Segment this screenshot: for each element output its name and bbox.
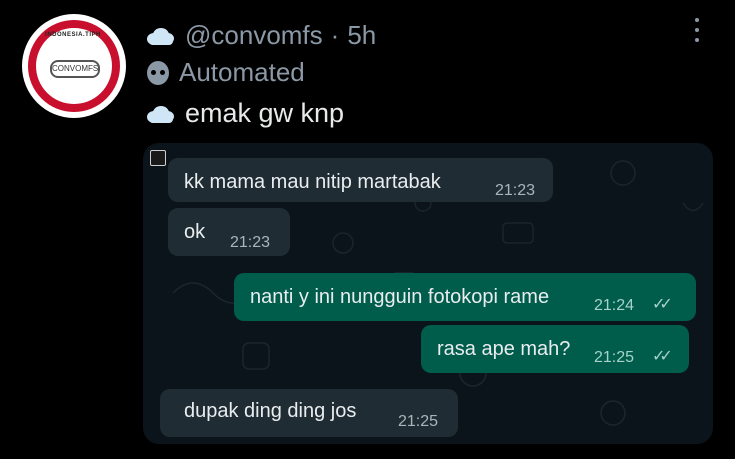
message-text: dupak ding ding jos xyxy=(184,400,357,422)
cloud-emoji-icon xyxy=(145,103,175,125)
avatar-arc-text: INDONESIA.TIPH xyxy=(45,32,101,38)
chat-message-incoming[interactable]: dupak ding ding jos 21:25 xyxy=(160,389,458,437)
double-check-icon: ✓✓ xyxy=(652,296,673,313)
chat-message-incoming[interactable]: kk mama mau nitip martabak 21:23 xyxy=(168,158,553,202)
chat-message-outgoing[interactable]: nanti y ini nungguin fotokopi rame 21:24… xyxy=(234,273,696,321)
automated-label: Automated xyxy=(179,57,305,87)
double-check-icon: ✓✓ xyxy=(652,348,673,365)
message-text: kk mama mau nitip martabak xyxy=(184,171,441,193)
handle-separator: · xyxy=(330,20,340,50)
tweet-time[interactable]: 5h xyxy=(347,20,376,51)
message-time: 21:24 xyxy=(594,297,635,314)
tweet-text-row: emak gw knp xyxy=(145,98,344,129)
message-time: 21:23 xyxy=(495,182,536,199)
author-handle[interactable]: @convomfs xyxy=(185,20,323,51)
automated-row: Automated xyxy=(145,57,305,88)
message-text: nanti y ini nungguin fotokopi rame xyxy=(250,286,550,308)
avatar-logo-text: CONVOMFS xyxy=(50,60,100,78)
message-corner-icon xyxy=(150,150,166,166)
tweet-header: @convomfs · 5h xyxy=(145,20,376,51)
message-time: 21:25 xyxy=(398,413,439,430)
message-time: 21:25 xyxy=(594,349,635,366)
tweet-text: emak gw knp xyxy=(185,98,345,128)
message-text: rasa ape mah? xyxy=(437,338,571,360)
more-vertical-icon[interactable] xyxy=(692,18,702,42)
message-time: 21:23 xyxy=(230,234,271,251)
message-text: ok xyxy=(184,221,206,243)
robot-icon xyxy=(147,60,169,85)
avatar[interactable]: INDONESIA.TIPH CONVOMFS xyxy=(22,14,126,118)
cloud-emoji-icon xyxy=(145,25,175,47)
chat-message-outgoing[interactable]: rasa ape mah? 21:25 ✓✓ xyxy=(421,325,689,373)
chat-message-incoming[interactable]: ok 21:23 xyxy=(168,208,290,256)
